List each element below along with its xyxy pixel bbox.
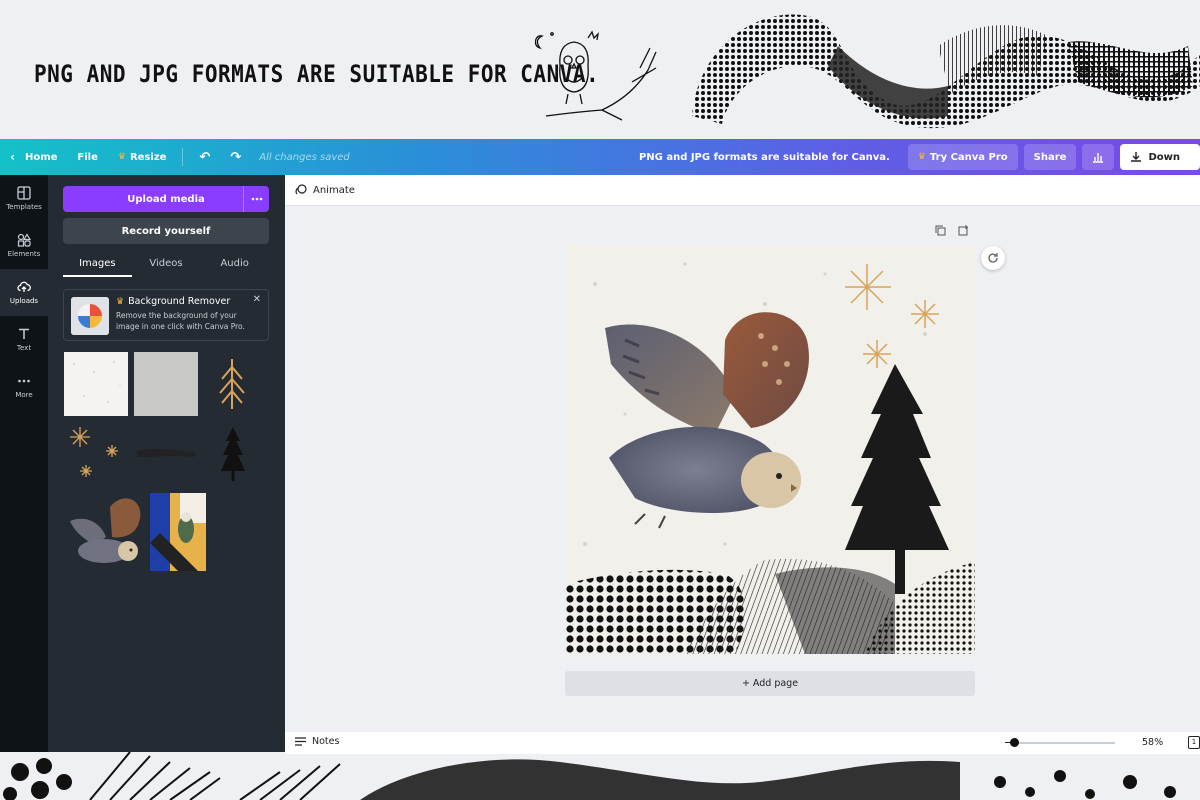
upload-media-label: Upload media [127, 193, 205, 205]
more-dots-icon [251, 197, 262, 201]
tab-images[interactable]: Images [63, 253, 132, 277]
rail-label: Elements [7, 250, 41, 258]
media-tabs: Images Videos Audio [63, 253, 269, 277]
promo-header: PNG AND JPG FORMATS ARE SUITABLE FOR CAN… [0, 0, 1200, 140]
rail-label: Text [16, 344, 32, 352]
page-count-button[interactable]: 1 [1188, 736, 1200, 749]
animate-button[interactable]: Animate [295, 184, 355, 196]
download-icon [1131, 152, 1142, 162]
toolbar-message: PNG and JPG formats are suitable for Can… [638, 151, 890, 163]
page-controls [935, 225, 969, 236]
duplicate-page-icon[interactable] [935, 225, 946, 236]
tab-audio[interactable]: Audio [200, 253, 269, 277]
background-remover-card[interactable]: ♛ Background Remover Remove the backgroun… [63, 289, 269, 341]
left-nav-rail: Templates Elements Uploads Text More [0, 175, 48, 752]
text-icon [19, 328, 29, 339]
resize-label: Resize [129, 151, 167, 163]
zoom-level[interactable]: 58% [1142, 737, 1163, 748]
download-label: Down [1148, 151, 1180, 163]
upload-thumb-gold-stars[interactable] [66, 423, 126, 483]
rail-item-templates[interactable]: Templates [0, 175, 48, 222]
rail-item-more[interactable]: More [0, 363, 48, 410]
elements-icon [17, 233, 31, 247]
rail-item-text[interactable]: Text [0, 316, 48, 363]
upload-thumb-paper-gray[interactable] [134, 352, 198, 416]
home-button[interactable]: ‹ Home [0, 139, 67, 175]
home-label: Home [24, 151, 58, 163]
share-button[interactable]: Share [1023, 144, 1077, 170]
upload-thumb-black-tree[interactable] [218, 425, 248, 483]
upload-cloud-icon [17, 281, 31, 292]
animate-label: Animate [313, 184, 355, 196]
uploads-panel: Upload media Record yourself Images Vide… [48, 175, 285, 752]
upload-media-button[interactable]: Upload media [63, 186, 269, 212]
tab-videos[interactable]: Videos [132, 253, 201, 277]
download-button[interactable]: Down [1120, 144, 1200, 170]
rail-label: Uploads [9, 297, 39, 305]
undo-button[interactable]: ↶ [189, 139, 220, 175]
undo-icon: ↶ [199, 149, 211, 165]
resize-button[interactable]: ♛ Resize [108, 139, 177, 175]
rail-label: Templates [6, 203, 42, 211]
promo-title: PNG AND JPG FORMATS ARE SUITABLE FOR CAN… [34, 60, 600, 88]
save-status: All changes saved [259, 151, 350, 163]
more-dots-icon [18, 379, 30, 383]
insights-button[interactable] [1082, 144, 1115, 170]
bottom-status-bar: Notes 58% 1 [285, 732, 1200, 754]
zoom-slider[interactable] [1010, 742, 1115, 744]
refresh-icon [988, 253, 998, 263]
add-page-button[interactable]: + Add page [565, 671, 975, 696]
screen: PNG AND JPG FORMATS ARE SUITABLE FOR CAN… [0, 0, 1200, 800]
beach-ball-image [71, 297, 109, 335]
upload-more-button[interactable] [243, 186, 269, 212]
design-page[interactable] [565, 244, 975, 654]
halftone-wave-decoration [692, 14, 1200, 129]
owl-artwork [565, 244, 975, 654]
toolbar-right: PNG and JPG formats are suitable for Can… [639, 139, 1200, 175]
crown-icon: ♛ [117, 152, 126, 162]
rail-item-elements[interactable]: Elements [0, 222, 48, 269]
add-page-icon[interactable] [958, 225, 969, 236]
zoom-slider-handle[interactable] [1010, 738, 1019, 747]
try-canva-pro-button[interactable]: ♛ Try Canva Pro [907, 144, 1018, 170]
crown-icon: ♛ [116, 297, 125, 307]
editor-toolbar: Animate [285, 175, 1200, 206]
background-remover-desc: Remove the background of your image in o… [116, 311, 245, 331]
top-toolbar: ‹ Home File ♛ Resize ↶ ↷ All changes sav… [0, 139, 1200, 175]
owl-sketch-illustration [534, 30, 657, 121]
file-menu[interactable]: File [67, 139, 107, 175]
upload-thumb-gold-branch[interactable] [208, 355, 256, 413]
toolbar-divider [182, 148, 184, 166]
templates-icon [17, 186, 31, 200]
bg-remover-title-text: Background Remover [128, 296, 231, 307]
close-icon[interactable]: ✕ [253, 294, 261, 305]
rail-item-uploads[interactable]: Uploads [0, 269, 48, 316]
crown-icon: ♛ [917, 152, 926, 162]
upload-thumb-owl[interactable] [64, 491, 144, 571]
editor-canvas-area: Animate + Add page [285, 175, 1200, 752]
notes-label: Notes [312, 736, 340, 747]
refresh-button[interactable] [981, 246, 1005, 270]
upload-thumb-black-brush[interactable] [134, 445, 198, 461]
background-remover-thumbnail [71, 297, 109, 335]
animate-icon [295, 184, 307, 195]
bar-chart-icon [1093, 153, 1104, 163]
notes-icon [295, 737, 306, 746]
try-pro-label: Try Canva Pro [929, 151, 1008, 163]
chevron-left-icon: ‹ [10, 150, 15, 164]
upload-thumb-paper-white[interactable] [64, 352, 128, 416]
rail-label: More [15, 391, 33, 399]
redo-icon: ↷ [230, 149, 242, 165]
upload-thumb-bird-collage[interactable] [150, 493, 206, 571]
record-yourself-button[interactable]: Record yourself [63, 218, 269, 244]
background-remover-title: ♛ Background Remover [116, 296, 230, 307]
notes-button[interactable]: Notes [295, 736, 339, 747]
redo-button[interactable]: ↷ [220, 139, 251, 175]
